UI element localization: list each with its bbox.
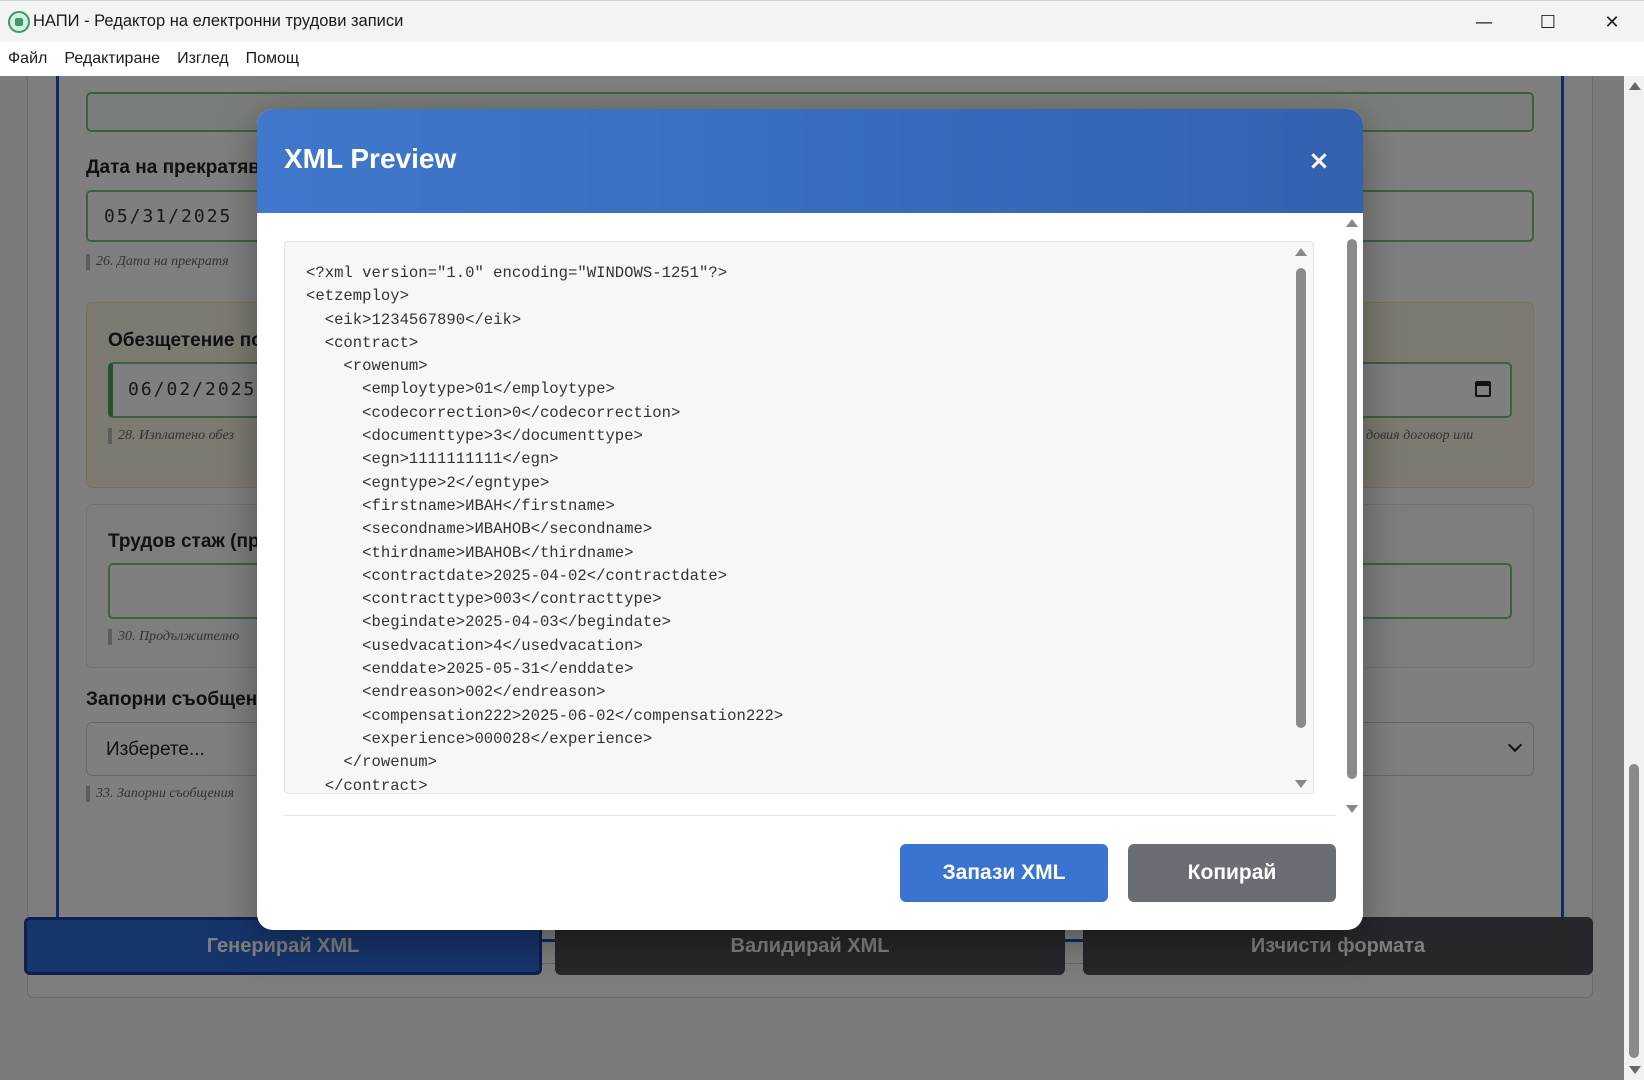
modal-title: XML Preview bbox=[284, 143, 457, 174]
modal-scroll-thumb[interactable] bbox=[1347, 239, 1357, 779]
title-bar: НАПИ - Редактор на електронни трудови за… bbox=[0, 0, 1644, 42]
scroll-down-arrow-icon[interactable] bbox=[1629, 1066, 1641, 1074]
modal-scroll-up-icon[interactable] bbox=[1346, 219, 1358, 227]
modal-footer-divider bbox=[284, 815, 1336, 816]
xml-line: <firstname>ИВАН</firstname> bbox=[306, 496, 615, 515]
xml-line: <etzemploy> bbox=[306, 287, 409, 306]
copy-button[interactable]: Копирай bbox=[1128, 844, 1336, 902]
xml-line: <eik>1234567890</eik> bbox=[306, 310, 522, 329]
modal-body: <?xml version="1.0" encoding="WINDOWS-12… bbox=[257, 213, 1363, 819]
window-controls: — ☐ ✕ bbox=[1452, 1, 1644, 43]
scroll-up-arrow-icon[interactable] bbox=[1629, 82, 1641, 90]
xml-line: <?xml version="1.0" encoding="WINDOWS-12… bbox=[306, 264, 728, 282]
xml-line: <contracttype>003</contracttype> bbox=[306, 590, 662, 609]
xml-preview-modal: XML Preview × <?xml version="1.0" encodi… bbox=[257, 109, 1363, 930]
menu-bar: Файл Редактиране Изглед Помощ bbox=[0, 42, 1644, 76]
save-xml-button[interactable]: Запази XML bbox=[900, 844, 1108, 902]
xml-line: <contract> bbox=[306, 333, 419, 352]
code-scroll-up-icon[interactable] bbox=[1295, 248, 1307, 256]
xml-code-viewer[interactable]: <?xml version="1.0" encoding="WINDOWS-12… bbox=[284, 241, 1314, 794]
xml-line: <codecorrection>0</codecorrection> bbox=[306, 403, 681, 422]
menu-help[interactable]: Помощ bbox=[246, 50, 299, 68]
window-title: НАПИ - Редактор на електронни трудови за… bbox=[33, 12, 404, 30]
xml-line: <enddate>2025-05-31</enddate> bbox=[306, 660, 634, 679]
code-scroll-thumb[interactable] bbox=[1296, 268, 1306, 728]
page-scrollbar[interactable] bbox=[1624, 76, 1644, 1080]
close-window-button[interactable]: ✕ bbox=[1580, 1, 1644, 43]
menu-file[interactable]: Файл bbox=[8, 50, 47, 68]
menu-edit[interactable]: Редактиране bbox=[64, 50, 160, 68]
close-icon[interactable]: × bbox=[1305, 146, 1333, 176]
xml-line: <egn>1111111111</egn> bbox=[306, 450, 559, 469]
xml-line: <contractdate>2025-04-02</contractdate> bbox=[306, 566, 728, 585]
xml-line: </rowenum> bbox=[306, 753, 438, 772]
xml-line: </contract> bbox=[306, 776, 428, 794]
xml-code-text: <?xml version="1.0" encoding="WINDOWS-12… bbox=[306, 262, 784, 794]
code-scroll-down-icon[interactable] bbox=[1295, 780, 1307, 788]
modal-body-scrollbar[interactable] bbox=[1345, 219, 1359, 813]
xml-line: <usedvacation>4</usedvacation> bbox=[306, 636, 643, 655]
xml-line: <secondname>ИВАНОВ</secondname> bbox=[306, 520, 653, 539]
xml-line: <compensation222>2025-06-02</compensatio… bbox=[306, 706, 784, 725]
modal-header: XML Preview × bbox=[257, 109, 1363, 213]
xml-line: <experience>000028</experience> bbox=[306, 729, 653, 748]
maximize-button[interactable]: ☐ bbox=[1516, 1, 1580, 43]
xml-line: <begindate>2025-04-03</begindate> bbox=[306, 613, 671, 632]
xml-line: <employtype>01</employtype> bbox=[306, 380, 615, 399]
modal-scroll-down-icon[interactable] bbox=[1346, 805, 1358, 813]
minimize-button[interactable]: — bbox=[1452, 1, 1516, 43]
xml-line: <thirdname>ИВАНОВ</thirdname> bbox=[306, 543, 634, 562]
xml-line: <endreason>002</endreason> bbox=[306, 683, 606, 702]
page-scroll-thumb[interactable] bbox=[1629, 764, 1639, 1058]
menu-view[interactable]: Изглед bbox=[177, 50, 229, 68]
xml-line: <egntype>2</egntype> bbox=[306, 473, 550, 492]
xml-line: <rowenum> bbox=[306, 357, 428, 376]
app-logo-icon bbox=[8, 10, 30, 33]
code-scrollbar[interactable] bbox=[1295, 248, 1307, 788]
xml-line: <documenttype>3</documenttype> bbox=[306, 427, 643, 446]
